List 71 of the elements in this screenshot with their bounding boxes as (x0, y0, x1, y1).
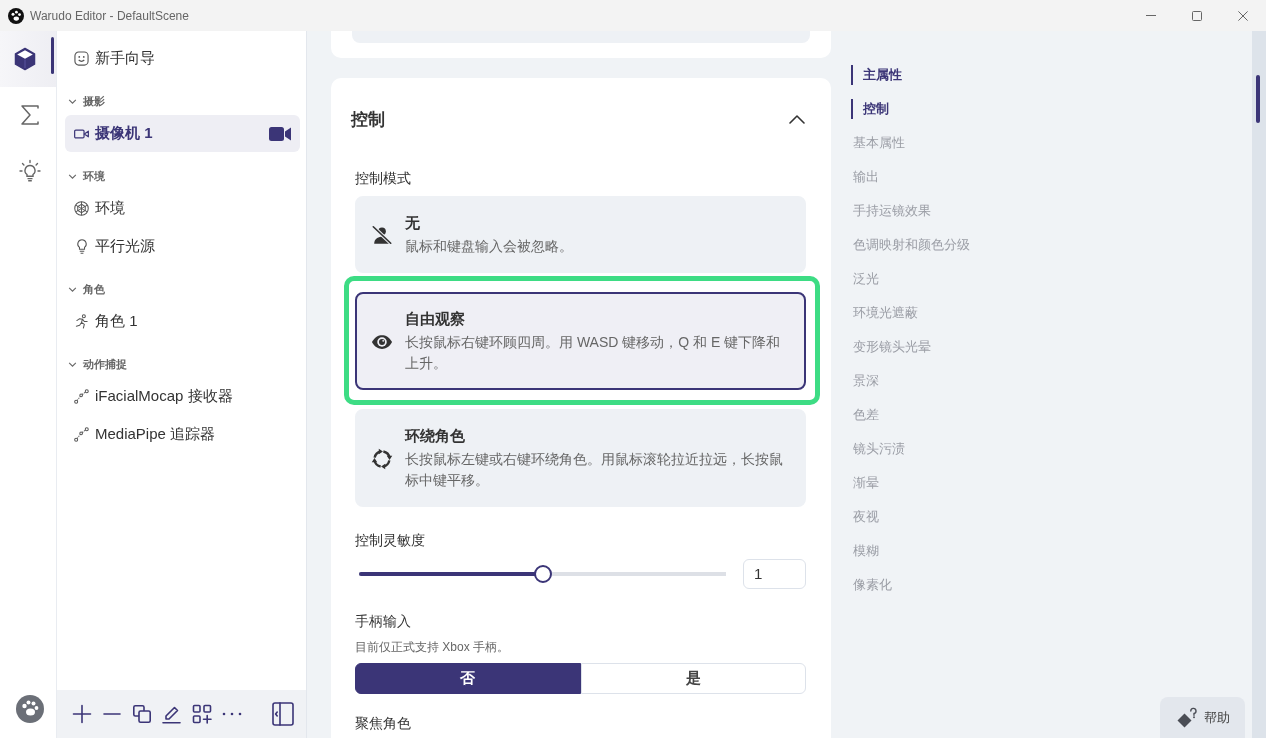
more-icon[interactable] (222, 712, 242, 716)
plus-icon[interactable] (72, 704, 92, 724)
number-field[interactable]: 1 (743, 559, 806, 589)
lightbulb-icon (76, 239, 88, 254)
maximize-icon (1192, 10, 1202, 21)
minus-icon[interactable] (103, 713, 121, 715)
connected-dots-icon (74, 389, 89, 404)
sidebar-item[interactable]: 摄像机 1 (65, 115, 300, 152)
field-hint: 目前仅正式支持 Xbox 手柄。 (355, 639, 511, 655)
logo-icon (8, 7, 24, 24)
slider-thumb[interactable] (533, 565, 552, 583)
scrollbar[interactable] (1252, 31, 1266, 738)
active-indicator (51, 37, 54, 74)
item-label: 环境 (95, 199, 125, 218)
option-description: 长按鼠标左键或右键环绕角色。用鼠标滚轮拉近拉远，长按鼠标中键平移。 (405, 450, 784, 490)
hexagon-icon (74, 201, 89, 216)
smiley-icon (74, 51, 89, 66)
scrollbar-thumb[interactable] (1256, 75, 1260, 123)
cube-icon (13, 47, 37, 71)
close-icon (1238, 10, 1248, 21)
sidebar-item[interactable]: iFacialMocap 接收器 (65, 378, 300, 415)
sidebar-item[interactable]: 角色 1 (65, 303, 300, 340)
person-off-icon (371, 224, 393, 246)
mode-option[interactable]: 自由观察 长按鼠标右键环顾四周。用 WASD 键移动，Q 和 E 键下降和上升。 (355, 292, 806, 390)
video-camera-icon (74, 127, 89, 140)
option-description: 长按鼠标右键环顾四周。用 WASD 键移动，Q 和 E 键下降和上升。 (405, 333, 782, 373)
field-label: 手柄输入 (355, 612, 412, 630)
panel-collapse-icon[interactable] (272, 702, 294, 726)
sidebar-item[interactable]: 新手向导 (65, 40, 300, 77)
help-icon (1175, 706, 1198, 729)
pencil-icon[interactable] (162, 704, 182, 724)
field-label: 控制灵敏度 (355, 531, 426, 549)
toggle-option[interactable]: 否 (355, 663, 581, 694)
item-label: 角色 1 (95, 312, 138, 331)
lightbulb-icon (18, 159, 42, 183)
running-person-icon (74, 314, 89, 329)
activity-tab[interactable] (0, 31, 56, 87)
outline-link[interactable]: 控制 (851, 99, 889, 119)
option-description: 鼠标和键盘输入会被忽略。 (405, 237, 574, 256)
paw-icon[interactable] (16, 695, 44, 723)
mode-option[interactable]: 环绕角色 长按鼠标左键或右键环绕角色。用鼠标滚轮拉近拉远，长按鼠标中键平移。 (355, 409, 806, 507)
field-label: 聚焦角色 (355, 715, 412, 732)
add-grid-icon[interactable] (192, 704, 212, 724)
sigma-icon (18, 103, 42, 127)
item-label: 新手向导 (95, 49, 155, 68)
connected-dots-icon (74, 427, 89, 442)
field-label: 控制模式 (355, 169, 412, 187)
window-title: Warudo Editor - DefaultScene (30, 8, 189, 23)
sidebar-item[interactable]: 平行光源 (65, 228, 300, 265)
group-title: 动作捕捉 (83, 356, 127, 372)
group-title: 角色 (83, 281, 105, 297)
group-title: 摄影 (83, 93, 105, 109)
rotate-arrows-icon (371, 447, 393, 470)
sidebar-item[interactable]: MediaPipe 追踪器 (65, 416, 300, 453)
outline-link[interactable]: 主属性 (851, 65, 902, 85)
item-label: 平行光源 (95, 237, 155, 256)
item-label: iFacialMocap 接收器 (95, 387, 233, 406)
sidebar-item[interactable]: 环境 (65, 190, 300, 227)
item-label: MediaPipe 追踪器 (95, 425, 216, 444)
mode-option[interactable]: 无 鼠标和键盘输入会被忽略。 (355, 196, 806, 273)
option-title: 环绕角色 (405, 426, 466, 446)
section-title: 控制 (351, 108, 385, 131)
minimize-icon (1146, 15, 1156, 16)
option-title: 无 (405, 213, 421, 233)
toggle-option[interactable]: 是 (580, 663, 806, 694)
copy-icon[interactable] (132, 704, 152, 724)
chevron-icon[interactable] (789, 114, 805, 124)
group-title: 环境 (83, 168, 105, 184)
option-title: 自由观察 (405, 309, 466, 329)
item-label: 摄像机 1 (95, 124, 153, 143)
help-button[interactable]: 帮助 (1160, 697, 1245, 738)
